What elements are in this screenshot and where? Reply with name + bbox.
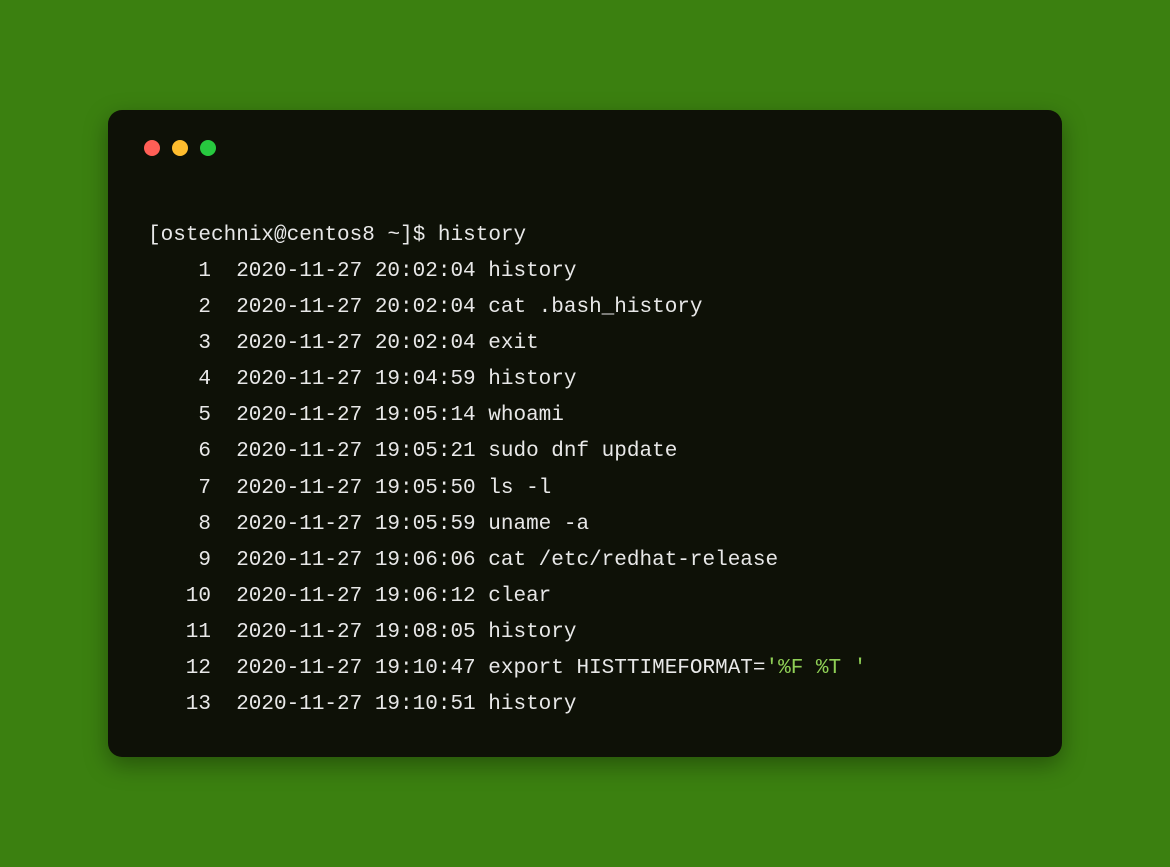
history-ts: 2020-11-27 19:04:59 <box>236 368 475 391</box>
history-cmd: cat .bash_history <box>488 296 702 319</box>
history-ts: 2020-11-27 19:10:51 <box>236 693 475 716</box>
history-num: 9 <box>148 543 211 579</box>
history-cmd: history <box>488 368 576 391</box>
history-ts: 2020-11-27 20:02:04 <box>236 296 475 319</box>
history-ts: 2020-11-27 20:02:04 <box>236 260 475 283</box>
history-cmd: whoami <box>488 404 564 427</box>
history-num: 4 <box>148 362 211 398</box>
history-row: 122020-11-27 19:10:47 export HISTTIMEFOR… <box>148 657 866 680</box>
minimize-icon[interactable] <box>172 140 188 156</box>
history-cmd: exit <box>488 332 538 355</box>
prompt-host: centos8 <box>287 224 375 247</box>
history-row: 72020-11-27 19:05:50 ls -l <box>148 477 551 500</box>
history-row: 32020-11-27 20:02:04 exit <box>148 332 539 355</box>
prompt-line: [ostechnix@centos8 ~]$ history <box>148 224 526 247</box>
terminal-window: [ostechnix@centos8 ~]$ history 12020-11-… <box>108 110 1062 758</box>
history-num: 7 <box>148 471 211 507</box>
history-cmd: cat /etc/redhat-release <box>488 549 778 572</box>
history-ts: 2020-11-27 19:05:14 <box>236 404 475 427</box>
history-row: 132020-11-27 19:10:51 history <box>148 693 576 716</box>
maximize-icon[interactable] <box>200 140 216 156</box>
close-icon[interactable] <box>144 140 160 156</box>
history-num: 3 <box>148 326 211 362</box>
history-cmd: history <box>488 260 576 283</box>
history-num: 1 <box>148 254 211 290</box>
history-ts: 2020-11-27 20:02:04 <box>236 332 475 355</box>
history-ts: 2020-11-27 19:06:12 <box>236 585 475 608</box>
prompt-command: history <box>438 224 526 247</box>
history-row: 92020-11-27 19:06:06 cat /etc/redhat-rel… <box>148 549 778 572</box>
history-num: 2 <box>148 290 211 326</box>
history-cmd-string: '%F %T ' <box>766 657 867 680</box>
history-num: 8 <box>148 507 211 543</box>
history-ts: 2020-11-27 19:06:06 <box>236 549 475 572</box>
history-row: 52020-11-27 19:05:14 whoami <box>148 404 564 427</box>
terminal-output[interactable]: [ostechnix@centos8 ~]$ history 12020-11-… <box>138 178 1032 728</box>
history-cmd-prefix: export HISTTIMEFORMAT= <box>488 657 765 680</box>
history-num: 5 <box>148 398 211 434</box>
history-ts: 2020-11-27 19:05:50 <box>236 477 475 500</box>
history-ts: 2020-11-27 19:10:47 <box>236 657 475 680</box>
history-num: 13 <box>148 687 211 723</box>
prompt-symbol: $ <box>413 224 426 247</box>
history-row: 82020-11-27 19:05:59 uname -a <box>148 513 589 536</box>
history-num: 10 <box>148 579 211 615</box>
history-ts: 2020-11-27 19:05:59 <box>236 513 475 536</box>
history-num: 6 <box>148 434 211 470</box>
history-ts: 2020-11-27 19:08:05 <box>236 621 475 644</box>
window-title-bar <box>138 130 1032 178</box>
history-row: 42020-11-27 19:04:59 history <box>148 368 576 391</box>
history-row: 22020-11-27 20:02:04 cat .bash_history <box>148 296 703 319</box>
history-row: 102020-11-27 19:06:12 clear <box>148 585 551 608</box>
history-cmd: history <box>488 621 576 644</box>
history-cmd: history <box>488 693 576 716</box>
prompt-user: ostechnix <box>161 224 274 247</box>
history-num: 12 <box>148 651 211 687</box>
history-row: 112020-11-27 19:08:05 history <box>148 621 576 644</box>
history-cmd: uname -a <box>488 513 589 536</box>
history-row: 62020-11-27 19:05:21 sudo dnf update <box>148 440 677 463</box>
history-num: 11 <box>148 615 211 651</box>
history-ts: 2020-11-27 19:05:21 <box>236 440 475 463</box>
history-row: 12020-11-27 20:02:04 history <box>148 260 576 283</box>
prompt-path: ~ <box>387 224 400 247</box>
history-cmd: clear <box>488 585 551 608</box>
history-cmd: sudo dnf update <box>488 440 677 463</box>
history-cmd: ls -l <box>488 477 551 500</box>
